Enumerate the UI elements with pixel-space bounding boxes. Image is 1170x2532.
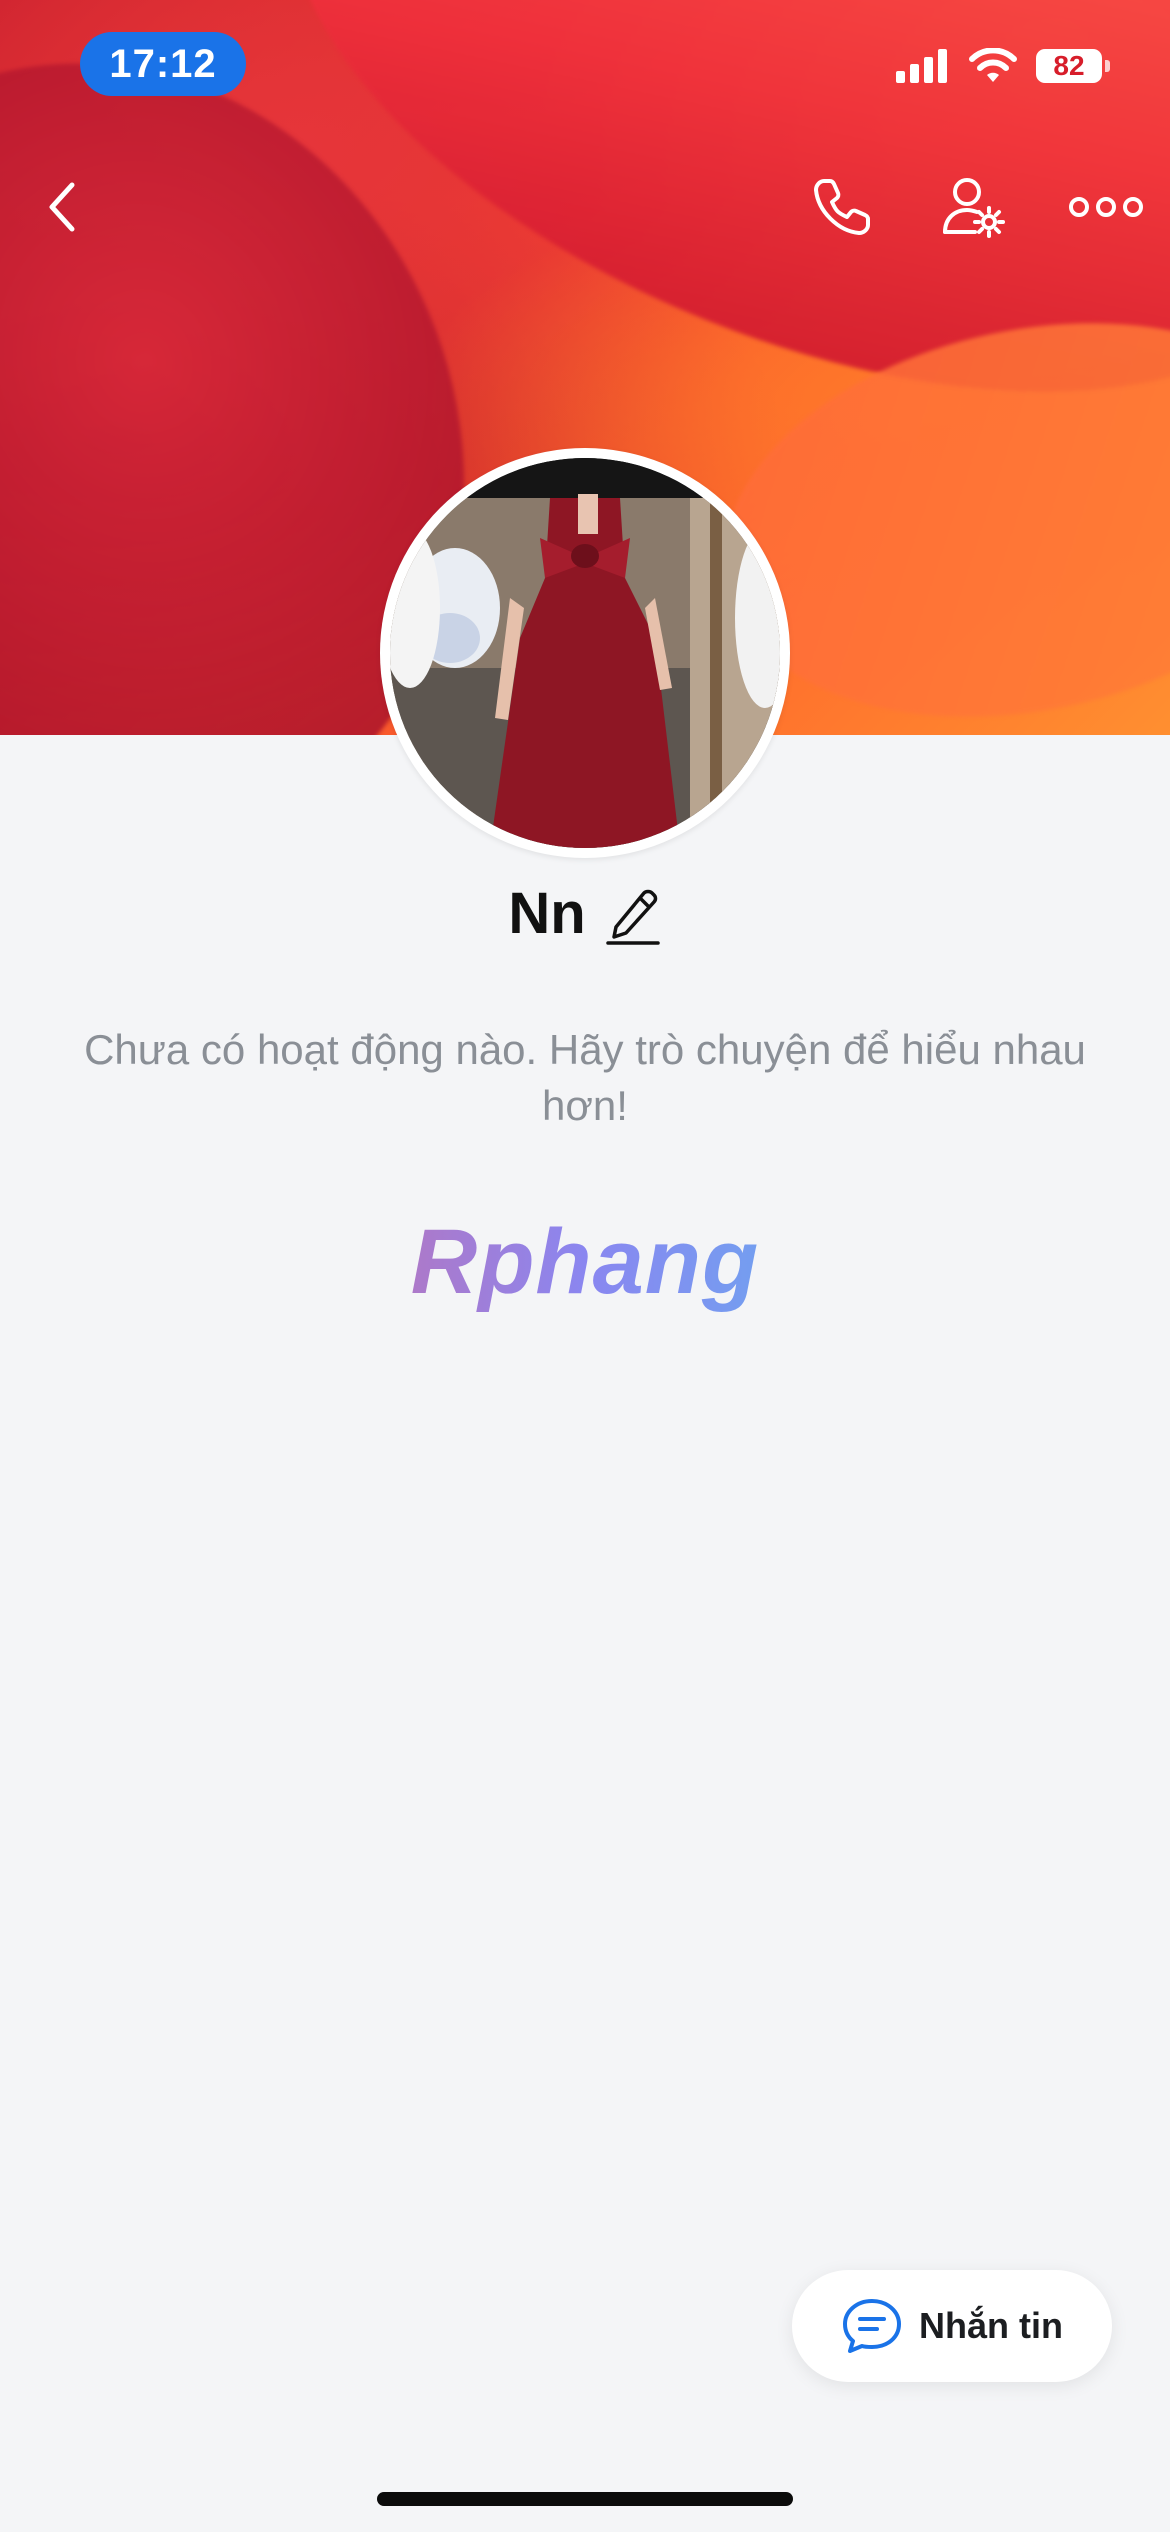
message-button-label: Nhắn tin	[919, 2305, 1063, 2346]
user-settings-icon	[943, 178, 1005, 238]
battery-level: 82	[1053, 50, 1085, 81]
empty-activity-message: Chưa có hoạt động nào. Hãy trò chuyện để…	[84, 1026, 1086, 1129]
profile-name: Nn	[508, 881, 586, 946]
more-button[interactable]	[1064, 165, 1148, 249]
back-button[interactable]	[20, 165, 104, 249]
phone-icon	[814, 179, 870, 235]
cellular-signal-icon	[896, 49, 947, 83]
battery-cap	[1105, 60, 1110, 72]
more-horizontal-icon	[1069, 197, 1143, 217]
profile-settings-button[interactable]	[932, 165, 1016, 249]
pencil-icon[interactable]	[605, 883, 662, 945]
chevron-left-icon	[49, 182, 75, 232]
home-indicator[interactable]	[377, 2492, 793, 2506]
avatar[interactable]	[380, 448, 790, 858]
avatar-photo	[390, 458, 780, 848]
status-icons: 82	[896, 48, 1110, 84]
battery-indicator: 82	[1036, 49, 1102, 83]
profile-name-row: Nn	[0, 880, 1170, 947]
chat-bubble-icon	[843, 2299, 901, 2353]
avatar-image	[390, 458, 780, 848]
watermark-logo: Rphang	[0, 1210, 1170, 1315]
message-button[interactable]: Nhắn tin	[792, 2270, 1112, 2382]
status-time: 17:12	[80, 32, 246, 96]
wifi-icon	[969, 48, 1017, 82]
call-button[interactable]	[800, 165, 884, 249]
